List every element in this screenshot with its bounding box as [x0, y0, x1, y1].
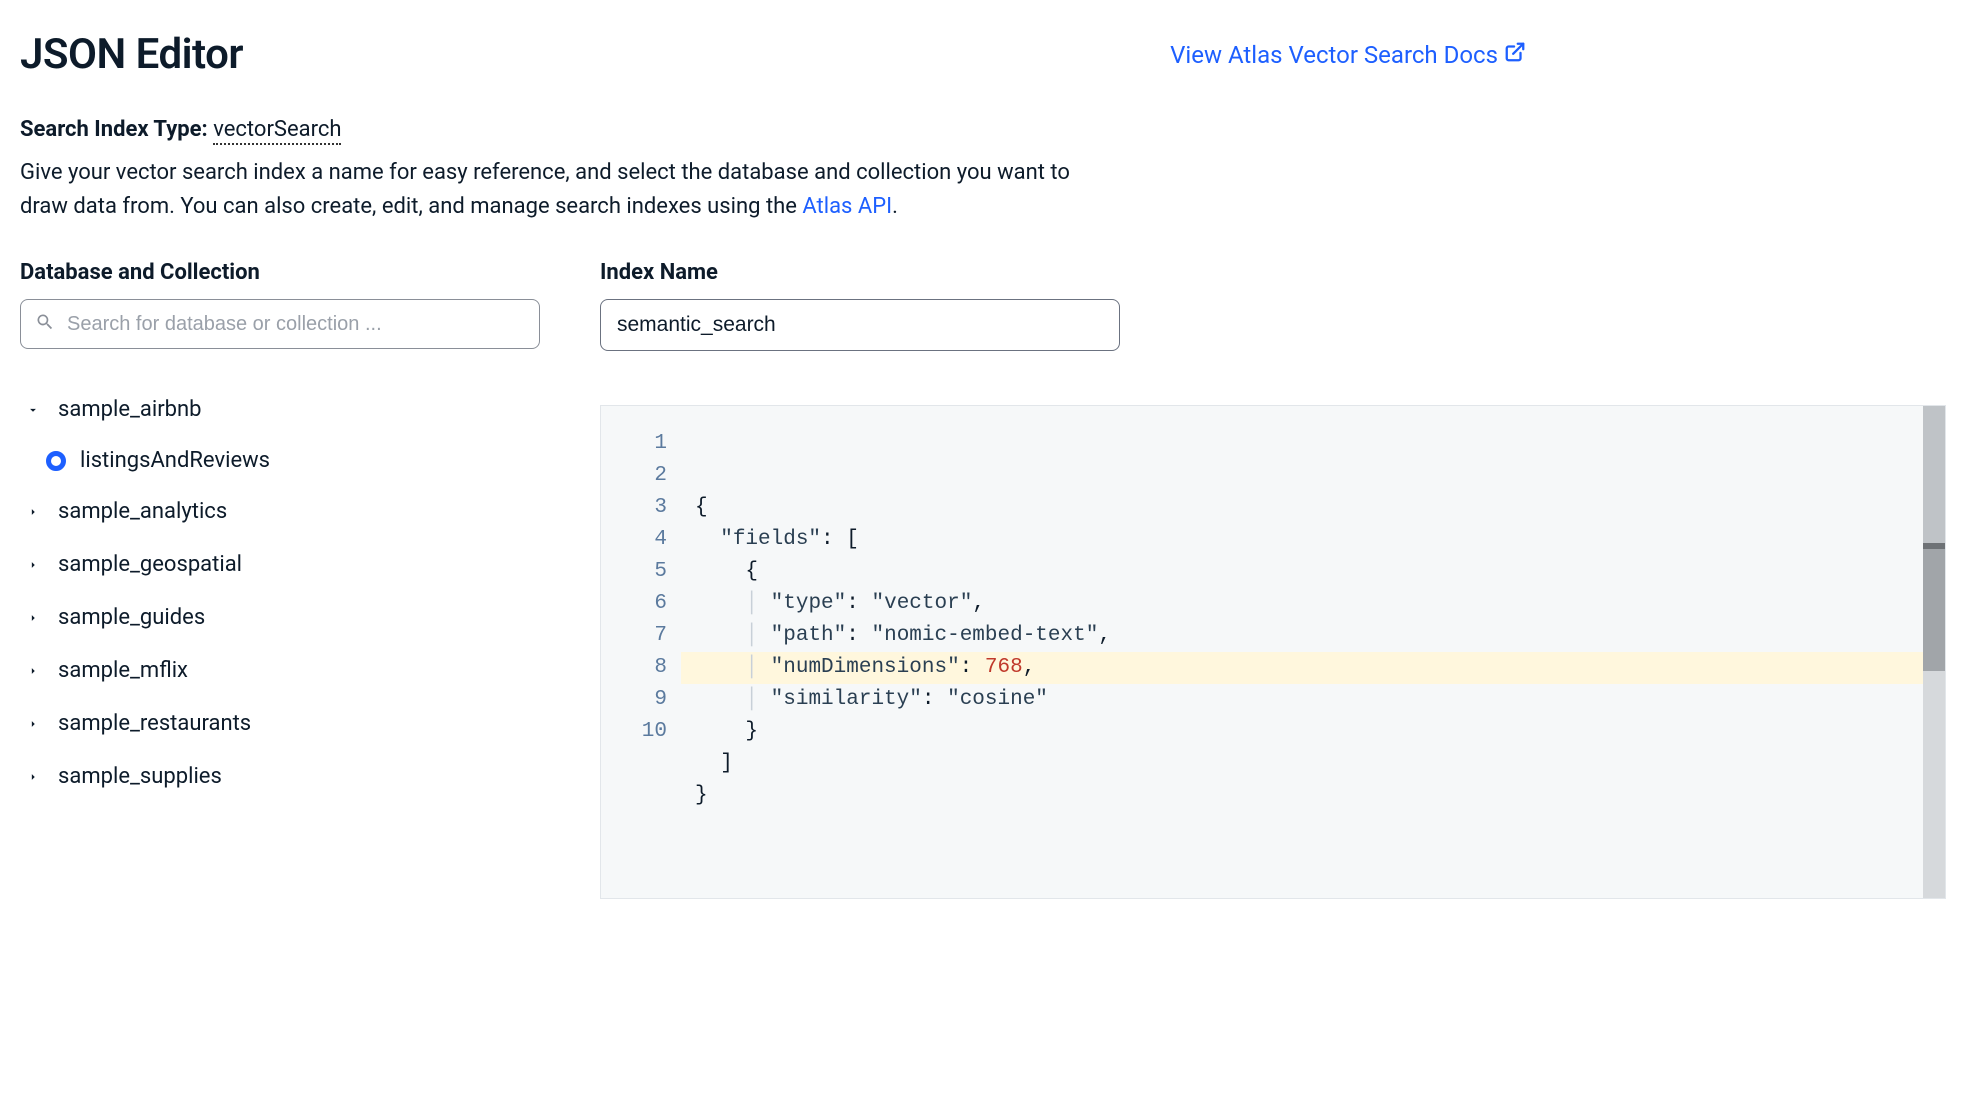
search-icon — [35, 312, 55, 337]
db-tree: sample_airbnb listingsAndReviews sample_… — [20, 383, 540, 803]
scrollbar-thumb[interactable] — [1923, 406, 1945, 546]
index-type-value: vectorSearch — [213, 117, 341, 145]
index-name-label: Index Name — [600, 260, 1120, 285]
index-type-label: Search Index Type: — [20, 117, 208, 142]
chevron-right-icon — [24, 503, 42, 521]
scrollbar-thumb[interactable] — [1923, 546, 1945, 671]
collection-item-listingsAndReviews[interactable]: listingsAndReviews — [20, 436, 540, 485]
external-link-icon — [1504, 41, 1526, 69]
view-docs-link[interactable]: View Atlas Vector Search Docs — [1170, 41, 1526, 69]
index-name-input[interactable] — [600, 299, 1120, 351]
db-label: sample_restaurants — [58, 711, 251, 736]
atlas-api-link[interactable]: Atlas API — [802, 194, 892, 219]
chevron-right-icon — [24, 768, 42, 786]
db-item-sample-mflix[interactable]: sample_mflix — [20, 644, 540, 697]
db-collection-label: Database and Collection — [20, 260, 540, 285]
page-title: JSON Editor — [20, 30, 243, 79]
scrollbar-marker — [1923, 543, 1945, 549]
radio-selected-icon — [46, 451, 66, 471]
chevron-down-icon — [24, 401, 42, 419]
db-item-sample-airbnb[interactable]: sample_airbnb — [20, 383, 540, 436]
docs-link-label: View Atlas Vector Search Docs — [1170, 41, 1498, 69]
db-item-sample-supplies[interactable]: sample_supplies — [20, 750, 540, 803]
db-item-sample-geospatial[interactable]: sample_geospatial — [20, 538, 540, 591]
chevron-right-icon — [24, 715, 42, 733]
db-label: sample_airbnb — [58, 397, 202, 422]
search-index-type: Search Index Type: vectorSearch — [20, 117, 1946, 142]
collection-label: listingsAndReviews — [80, 448, 270, 473]
db-item-sample-guides[interactable]: sample_guides — [20, 591, 540, 644]
json-code-editor[interactable]: 1 2 3 4 5 6 7 8 9 10 { "fields": [ { │ "… — [600, 405, 1946, 899]
chevron-right-icon — [24, 662, 42, 680]
chevron-right-icon — [24, 556, 42, 574]
db-label: sample_supplies — [58, 764, 222, 789]
db-label: sample_mflix — [58, 658, 188, 683]
db-label: sample_analytics — [58, 499, 227, 524]
chevron-right-icon — [24, 609, 42, 627]
db-label: sample_guides — [58, 605, 205, 630]
db-search-input[interactable] — [67, 313, 525, 336]
db-item-sample-analytics[interactable]: sample_analytics — [20, 485, 540, 538]
db-item-sample-restaurants[interactable]: sample_restaurants — [20, 697, 540, 750]
line-number-gutter: 1 2 3 4 5 6 7 8 9 10 — [601, 406, 681, 898]
editor-scrollbar[interactable] — [1923, 406, 1945, 898]
description-text: Give your vector search index a name for… — [20, 156, 1100, 224]
db-search-box[interactable] — [20, 299, 540, 349]
db-label: sample_geospatial — [58, 552, 242, 577]
code-body[interactable]: { "fields": [ { │ "type": "vector", │ "p… — [681, 406, 1923, 898]
